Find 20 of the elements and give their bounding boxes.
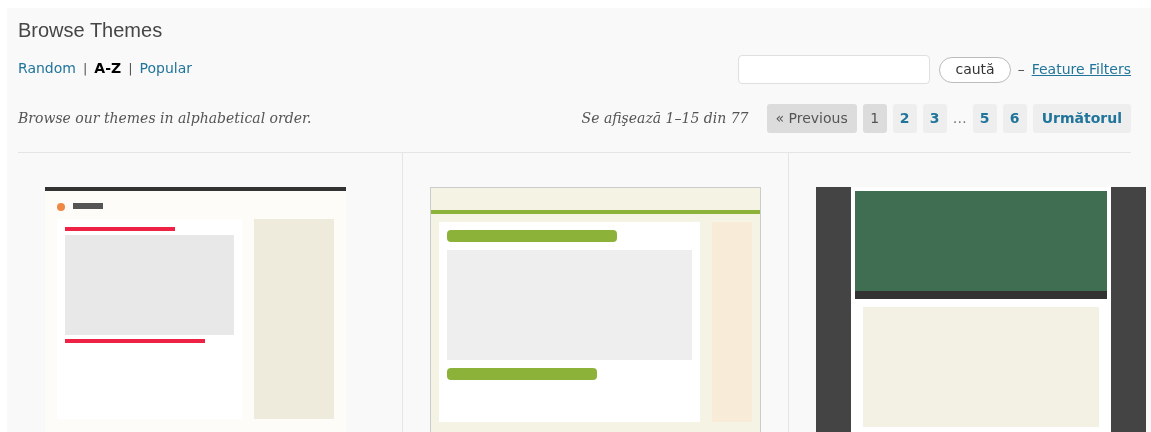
search-field[interactable]: [738, 55, 931, 84]
description-text: Browse our themes in alphabetical order.: [18, 109, 312, 128]
results-count-text: Se afişează 1–15 din 77: [581, 109, 749, 128]
view-link[interactable]: A-Z: [94, 58, 122, 79]
feature-filters-link[interactable]: Feature Filters: [1031, 59, 1131, 80]
pagination-link[interactable]: Următorul: [1032, 104, 1131, 133]
view-link[interactable]: Random: [18, 58, 76, 79]
page-link[interactable]: 5: [972, 104, 997, 133]
page-title: Browse Themes: [18, 20, 164, 40]
dash-text: –: [1017, 60, 1025, 79]
search-button[interactable]: caută: [939, 56, 1011, 83]
page-link[interactable]: 6: [1002, 104, 1027, 133]
separator-text: |: [128, 59, 133, 78]
theme-screenshot[interactable]: [816, 187, 1146, 432]
view-link[interactable]: Popular: [139, 58, 193, 79]
separator-text: |: [82, 59, 88, 78]
page-link[interactable]: 1: [862, 104, 887, 133]
ellipsis-text: …: [952, 109, 967, 128]
page-link[interactable]: 2: [892, 104, 917, 133]
page-link[interactable]: 3: [922, 104, 947, 133]
